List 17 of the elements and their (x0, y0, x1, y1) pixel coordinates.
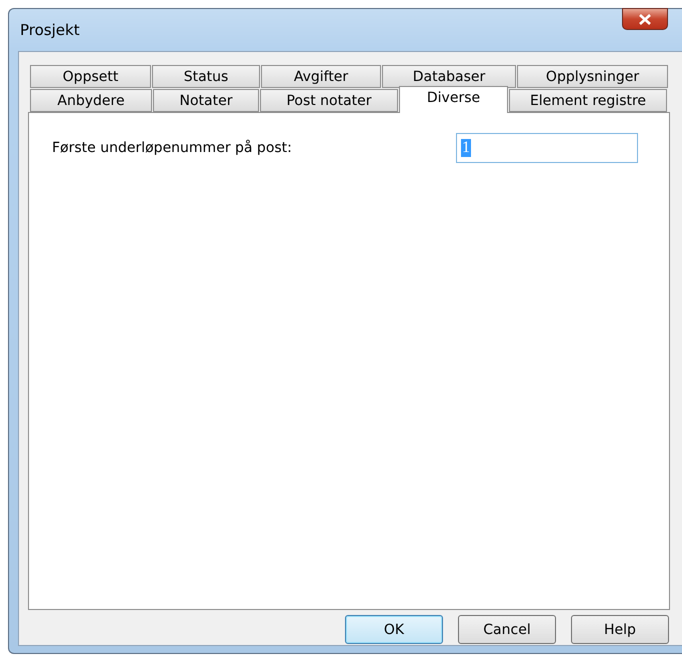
dialog-button[interactable]: Cancel (458, 615, 556, 644)
tab[interactable]: Post notater (260, 89, 398, 112)
close-button[interactable] (622, 8, 668, 30)
tab[interactable]: Databaser (382, 65, 516, 88)
tab[interactable]: Element registre (509, 89, 667, 112)
tab[interactable]: Status (152, 65, 260, 88)
field-label: Første underløpenummer på post: (52, 140, 292, 156)
dialog-button[interactable]: OK (345, 615, 443, 644)
tab[interactable]: Notater (153, 89, 259, 112)
close-icon (639, 14, 651, 24)
tab[interactable]: Opplysninger (517, 65, 668, 88)
dialog-button[interactable]: Help (571, 615, 669, 644)
tab[interactable]: Anbydere (30, 89, 152, 112)
tab[interactable]: Diverse (399, 86, 508, 113)
window-title: Prosjekt (20, 21, 80, 39)
tab[interactable]: Avgifter (261, 65, 381, 88)
tab[interactable]: Oppsett (30, 65, 151, 88)
